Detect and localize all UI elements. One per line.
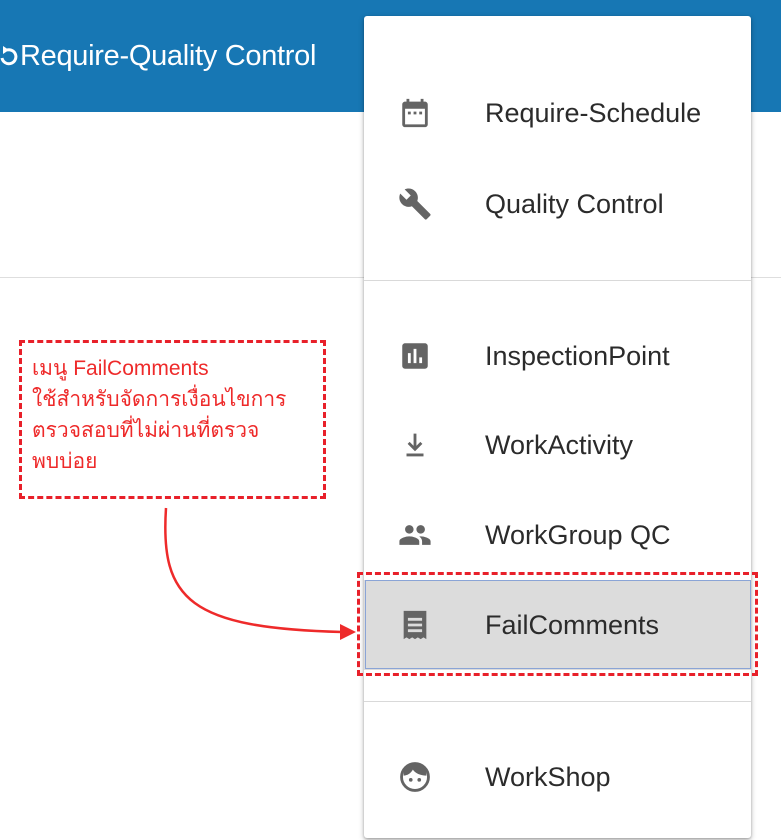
refresh-icon[interactable]: [0, 36, 18, 66]
menu-item-inspection-point[interactable]: InspectionPoint: [364, 311, 751, 401]
receipt-icon: [398, 608, 432, 642]
page-title: Require-Quality Control: [0, 34, 316, 78]
download-arrow-icon: [398, 428, 432, 462]
menu-item-label: Quality Control: [485, 188, 664, 219]
wrench-icon: [398, 187, 432, 221]
menu-item-label: Require-Schedule: [485, 97, 702, 128]
menu-divider: [364, 280, 751, 281]
menu-item-workshop[interactable]: WorkShop: [364, 732, 751, 822]
menu-item-label: WorkShop: [485, 761, 611, 792]
menu-item-label: FailComments: [485, 609, 660, 640]
menu-item-require-schedule[interactable]: Require-Schedule: [364, 68, 751, 158]
annotation-callout: เมนู FailComments ใช้สำหรับจัดการเงื่อนไ…: [19, 340, 326, 499]
menu-item-label: WorkActivity: [485, 429, 634, 460]
menu-item-quality-control[interactable]: Quality Control: [364, 159, 751, 249]
calendar-icon: [398, 96, 432, 130]
page-title-text: Require-Quality Control: [20, 40, 317, 72]
people-icon: [398, 518, 432, 552]
annotation-text: เมนู FailComments ใช้สำหรับจัดการเงื่อนไ…: [32, 357, 287, 473]
menu-item-fail-comments[interactable]: FailComments: [364, 580, 751, 670]
menu-item-label: InspectionPoint: [485, 340, 670, 371]
dropdown-menu: Require-Schedule Quality Control Inspect…: [364, 16, 751, 838]
menu-item-work-activity[interactable]: WorkActivity: [364, 400, 751, 490]
menu-divider: [364, 701, 751, 702]
bar-chart-icon: [398, 339, 432, 373]
face-icon: [398, 760, 432, 794]
menu-item-workgroup-qc[interactable]: WorkGroup QC: [364, 490, 751, 580]
menu-item-label: WorkGroup QC: [485, 519, 671, 550]
